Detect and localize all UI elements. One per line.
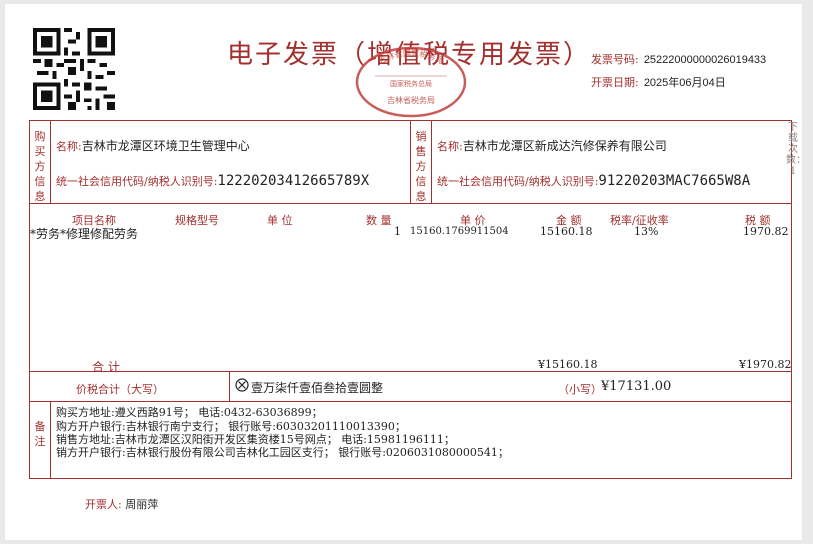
col-spec-header: 规格型号 — [175, 214, 219, 227]
total-label: 合 计 — [92, 360, 120, 374]
invoice-no: 25222000000026019433 — [643, 54, 767, 66]
item-name: *劳务*修理修配劳务 — [30, 227, 139, 241]
issue-date-label: 开票日期: — [591, 76, 639, 89]
item-tax: 1970.82 — [743, 225, 789, 238]
total-amount: ¥15160.18 — [538, 358, 598, 371]
grand-total-small-label: （小写） — [558, 383, 602, 396]
issuer-name: 周丽萍 — [125, 498, 159, 511]
seal-mid-text: 国家税务总局 — [390, 79, 432, 88]
seller-name: 吉林市龙潭区新成达汽修保养有限公司 — [462, 139, 667, 153]
item-amount: 15160.18 — [540, 225, 593, 238]
tax-seal-icon: 吉林省国家税务局 国家税务总局 吉林省税务局 — [355, 46, 467, 118]
qr-code-icon — [33, 28, 115, 110]
grand-total-uppercase: 壹万柒仟壹佰叁拾壹圆整 — [251, 381, 384, 395]
item-qty: 1 — [394, 225, 401, 238]
buyer-name-label: 名称: — [56, 140, 82, 153]
issue-date: 2025年06月04日 — [643, 77, 726, 89]
circle-x-icon — [235, 378, 249, 392]
buyer-tax-label: 统一社会信用代码/纳税人识别号: — [56, 175, 218, 188]
seller-tax-id: 91220203MAC7665W8A — [598, 173, 751, 189]
col-qty-header: 数 量 — [366, 214, 392, 227]
seal-bottom-text: 吉林省税务局 — [387, 95, 435, 105]
invoice-table: 购买方信息 名称:吉林市龙潭区环境卫生管理中心 统一社会信用代码/纳税人识别号:… — [29, 120, 792, 479]
download-count-marker: 下载次数：1 — [786, 122, 806, 177]
seller-tax-label: 统一社会信用代码/纳税人识别号: — [437, 175, 599, 188]
seller-side-label: 销售方信息 — [415, 130, 427, 203]
invoice-page: 电子发票（增值税专用发票） 吉林省国家税务局 国家税务总局 吉林省税务局 发票号… — [5, 4, 806, 540]
invoice-no-label: 发票号码: — [591, 53, 639, 66]
issuer-label: 开票人: — [85, 498, 122, 511]
buyer-tax-id: 12220203412665789X — [217, 173, 370, 189]
item-rate: 13% — [634, 225, 659, 238]
item-price: 15160.1769911504 — [410, 226, 509, 237]
seller-name-label: 名称: — [437, 140, 463, 153]
grand-total-small-value: ¥17131.00 — [601, 379, 672, 394]
buyer-name: 吉林市龙潭区环境卫生管理中心 — [81, 139, 250, 153]
remarks-side-label: 备注 — [34, 420, 46, 448]
col-unit-header: 单 位 — [267, 214, 293, 227]
buyer-side-label: 购买方信息 — [34, 130, 46, 203]
remark-line: 销方开户银行:吉林银行股份有限公司吉林化工园区支行； 银行账号:02060310… — [56, 446, 509, 459]
total-tax: ¥1970.82 — [739, 358, 792, 371]
grand-total-label: 价税合计（大写） — [76, 383, 164, 396]
